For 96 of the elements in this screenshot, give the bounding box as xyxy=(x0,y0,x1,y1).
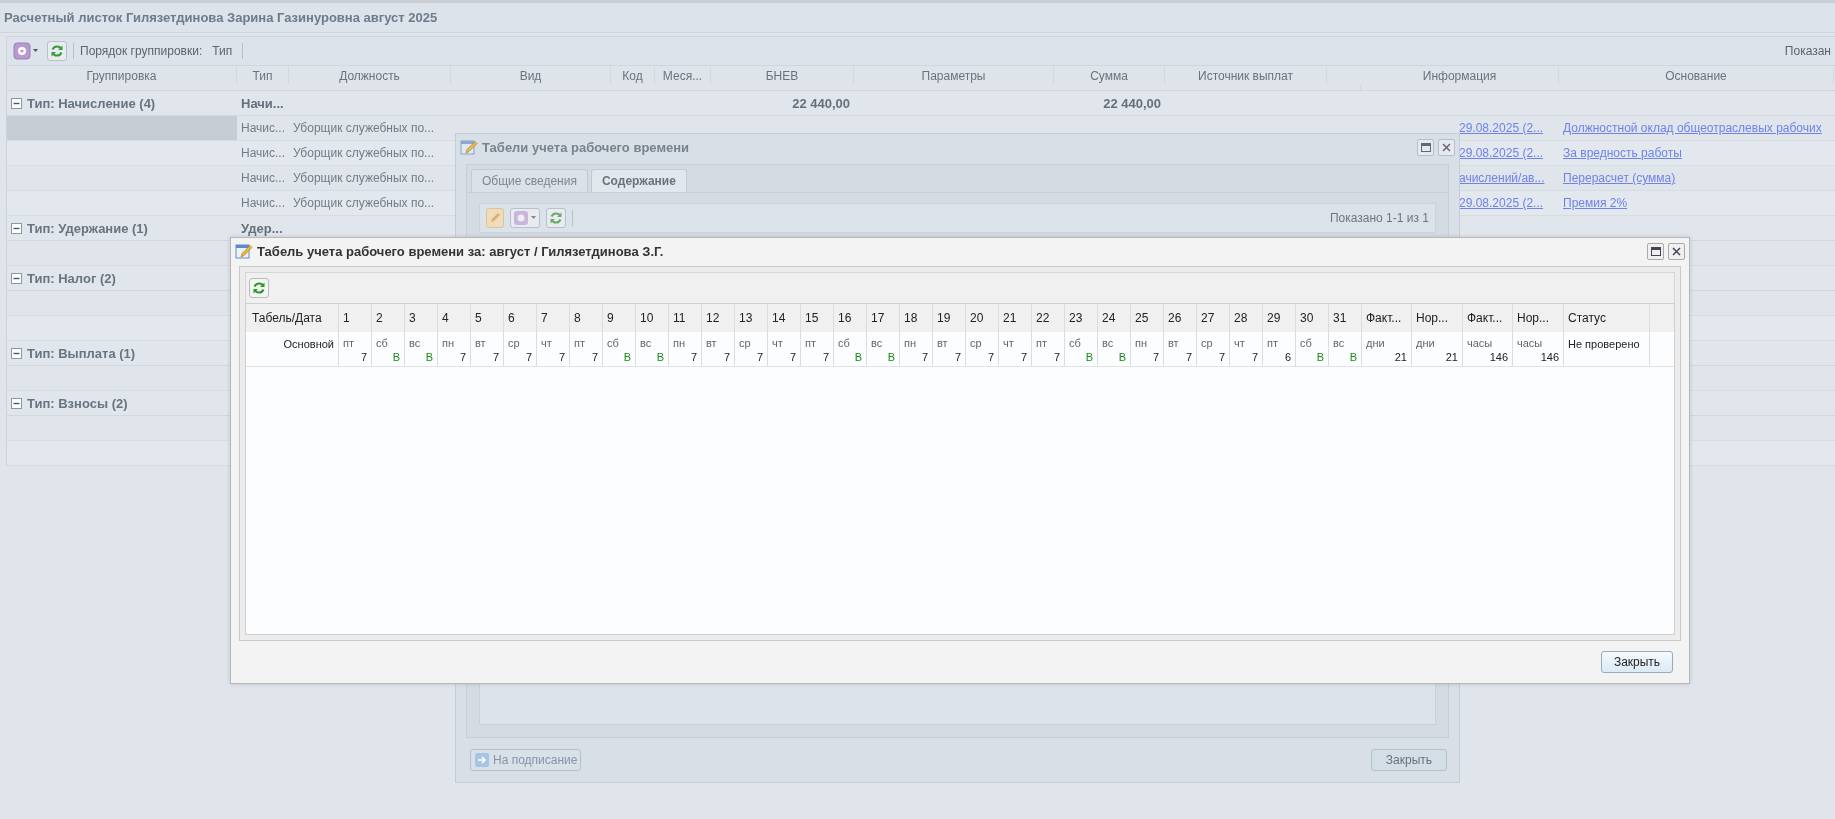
edit-icon xyxy=(235,242,253,260)
column-header[interactable]: БНЕВ xyxy=(711,66,854,85)
status-cell-text: Не проверено xyxy=(1568,337,1640,350)
day-cell[interactable]: вс В xyxy=(636,332,669,366)
selected-cell[interactable] xyxy=(7,116,237,140)
collapse-icon[interactable] xyxy=(11,397,22,409)
maximize-icon xyxy=(1420,142,1431,152)
table-cell: Уборщик служебных по... xyxy=(293,171,435,185)
column-header[interactable]: Меся... xyxy=(655,66,711,85)
group-label: Тип: Удержание (1) xyxy=(27,220,148,236)
dialog-title: Табель учета рабочего времени за: август / Гилязетдинова З.Г. xyxy=(257,243,664,259)
day-cell[interactable]: пн 7 xyxy=(438,332,471,366)
total-cell: часы 146 xyxy=(1463,332,1513,366)
collapse-icon[interactable] xyxy=(11,272,22,284)
maximize-icon xyxy=(1650,246,1661,256)
day-cell[interactable]: вт 7 xyxy=(1164,332,1197,366)
day-cell[interactable]: чт 7 xyxy=(1230,332,1263,366)
table-cell: Уборщик служебных по... xyxy=(293,196,435,210)
edit-icon xyxy=(460,138,478,156)
close-icon xyxy=(1442,142,1451,152)
day-cell[interactable]: сб В xyxy=(603,332,636,366)
day-cell[interactable]: сб В xyxy=(834,332,867,366)
table-cell: Начис... xyxy=(241,196,286,210)
window-title: Расчетный листок Гилязетдинова Зарина Газинуровна август 2025 xyxy=(4,10,438,25)
total-cell: часы 146 xyxy=(1513,332,1564,366)
day-cell[interactable]: вс В xyxy=(405,332,438,366)
group-label: Тип: Начисление (4) xyxy=(27,95,156,111)
dialog-title: Табели учета рабочего времени xyxy=(482,139,690,155)
column-header[interactable]: Код xyxy=(611,66,655,85)
day-cell[interactable]: ср 7 xyxy=(966,332,999,366)
column-header[interactable]: Должность xyxy=(289,66,451,85)
collapse-icon[interactable] xyxy=(11,347,22,359)
grouping-value: Тип xyxy=(212,44,234,58)
day-cell[interactable]: вс В xyxy=(1329,332,1362,366)
total-cell: дни 21 xyxy=(1362,332,1412,366)
maximize-button[interactable] xyxy=(1647,242,1664,260)
day-cell[interactable]: чт 7 xyxy=(999,332,1032,366)
group-label: Тип: Выплата (1) xyxy=(27,345,136,361)
paging-text: Показан xyxy=(1784,44,1832,58)
column-header[interactable]: Информация xyxy=(1361,66,1559,85)
day-cell[interactable]: пн 7 xyxy=(900,332,933,366)
refresh-button[interactable] xyxy=(249,278,269,298)
day-cell[interactable]: сб В xyxy=(1065,332,1098,366)
grouping-label: Порядок группировки: xyxy=(80,44,204,58)
amount-cell: 22 440,00 xyxy=(1103,95,1161,111)
day-cell[interactable]: пт 6 xyxy=(1263,332,1296,366)
refresh-button[interactable] xyxy=(47,41,67,61)
tab[interactable]: Содержание xyxy=(590,169,687,192)
day-cell[interactable]: сб В xyxy=(1296,332,1329,366)
day-cell[interactable]: ср 7 xyxy=(504,332,537,366)
collapse-icon[interactable] xyxy=(11,222,22,234)
maximize-button[interactable] xyxy=(1417,138,1434,156)
close-button[interactable]: Закрыть xyxy=(1601,651,1673,673)
day-cell[interactable]: пт 7 xyxy=(1032,332,1065,366)
row-label: Основной xyxy=(283,338,334,352)
column-header[interactable]: Параметры xyxy=(854,66,1054,85)
settings-menu-button[interactable] xyxy=(11,41,41,61)
day-cell[interactable]: вт 7 xyxy=(702,332,735,366)
day-cell[interactable]: ср 7 xyxy=(1197,332,1230,366)
table-cell: Начис... xyxy=(241,146,286,160)
type-cell: Удер... xyxy=(241,220,283,236)
column-header[interactable]: Группировка xyxy=(7,66,237,85)
day-cell[interactable]: пн 7 xyxy=(669,332,702,366)
amount-cell: 22 440,00 xyxy=(792,95,850,111)
column-header[interactable]: Источник выплат xyxy=(1165,66,1327,85)
column-header[interactable]: Вид xyxy=(451,66,611,85)
table-cell: Уборщик служебных по... xyxy=(293,121,435,135)
column-header[interactable]: Основание xyxy=(1559,66,1834,85)
table-cell: Начис... xyxy=(241,121,286,135)
day-cell[interactable]: вс В xyxy=(867,332,900,366)
paging-text: Показано 1-1 из 1 xyxy=(1329,211,1429,225)
close-button[interactable] xyxy=(1438,138,1455,156)
collapse-icon[interactable] xyxy=(11,97,22,109)
day-cell[interactable]: чт 7 xyxy=(537,332,570,366)
day-cell[interactable]: ср 7 xyxy=(735,332,768,366)
close-button[interactable]: Закрыть xyxy=(1370,749,1447,771)
close-icon xyxy=(1672,246,1681,256)
day-cell[interactable]: вс В xyxy=(1098,332,1131,366)
column-header[interactable]: Тип xyxy=(237,66,289,85)
column-header[interactable]: Сумма xyxy=(1054,66,1165,85)
table-cell: Уборщик служебных по... xyxy=(293,146,435,160)
type-cell: Начи... xyxy=(241,95,284,111)
day-cell[interactable]: чт 7 xyxy=(768,332,801,366)
table-cell: Начис... xyxy=(241,171,286,185)
day-cell[interactable]: пт 7 xyxy=(801,332,834,366)
day-cell[interactable]: вт 7 xyxy=(933,332,966,366)
day-cell[interactable]: вт 7 xyxy=(471,332,504,366)
group-label: Тип: Налог (2) xyxy=(27,270,116,286)
close-button[interactable] xyxy=(1668,242,1685,260)
total-cell: дни 21 xyxy=(1412,332,1463,366)
pencil-icon xyxy=(489,212,501,224)
day-cell[interactable]: сб В xyxy=(372,332,405,366)
group-label: Тип: Взносы (2) xyxy=(27,395,128,411)
day-cell[interactable]: пн 7 xyxy=(1131,332,1164,366)
day-cell[interactable]: пт 7 xyxy=(570,332,603,366)
day-cell[interactable]: пт 7 xyxy=(339,332,372,366)
